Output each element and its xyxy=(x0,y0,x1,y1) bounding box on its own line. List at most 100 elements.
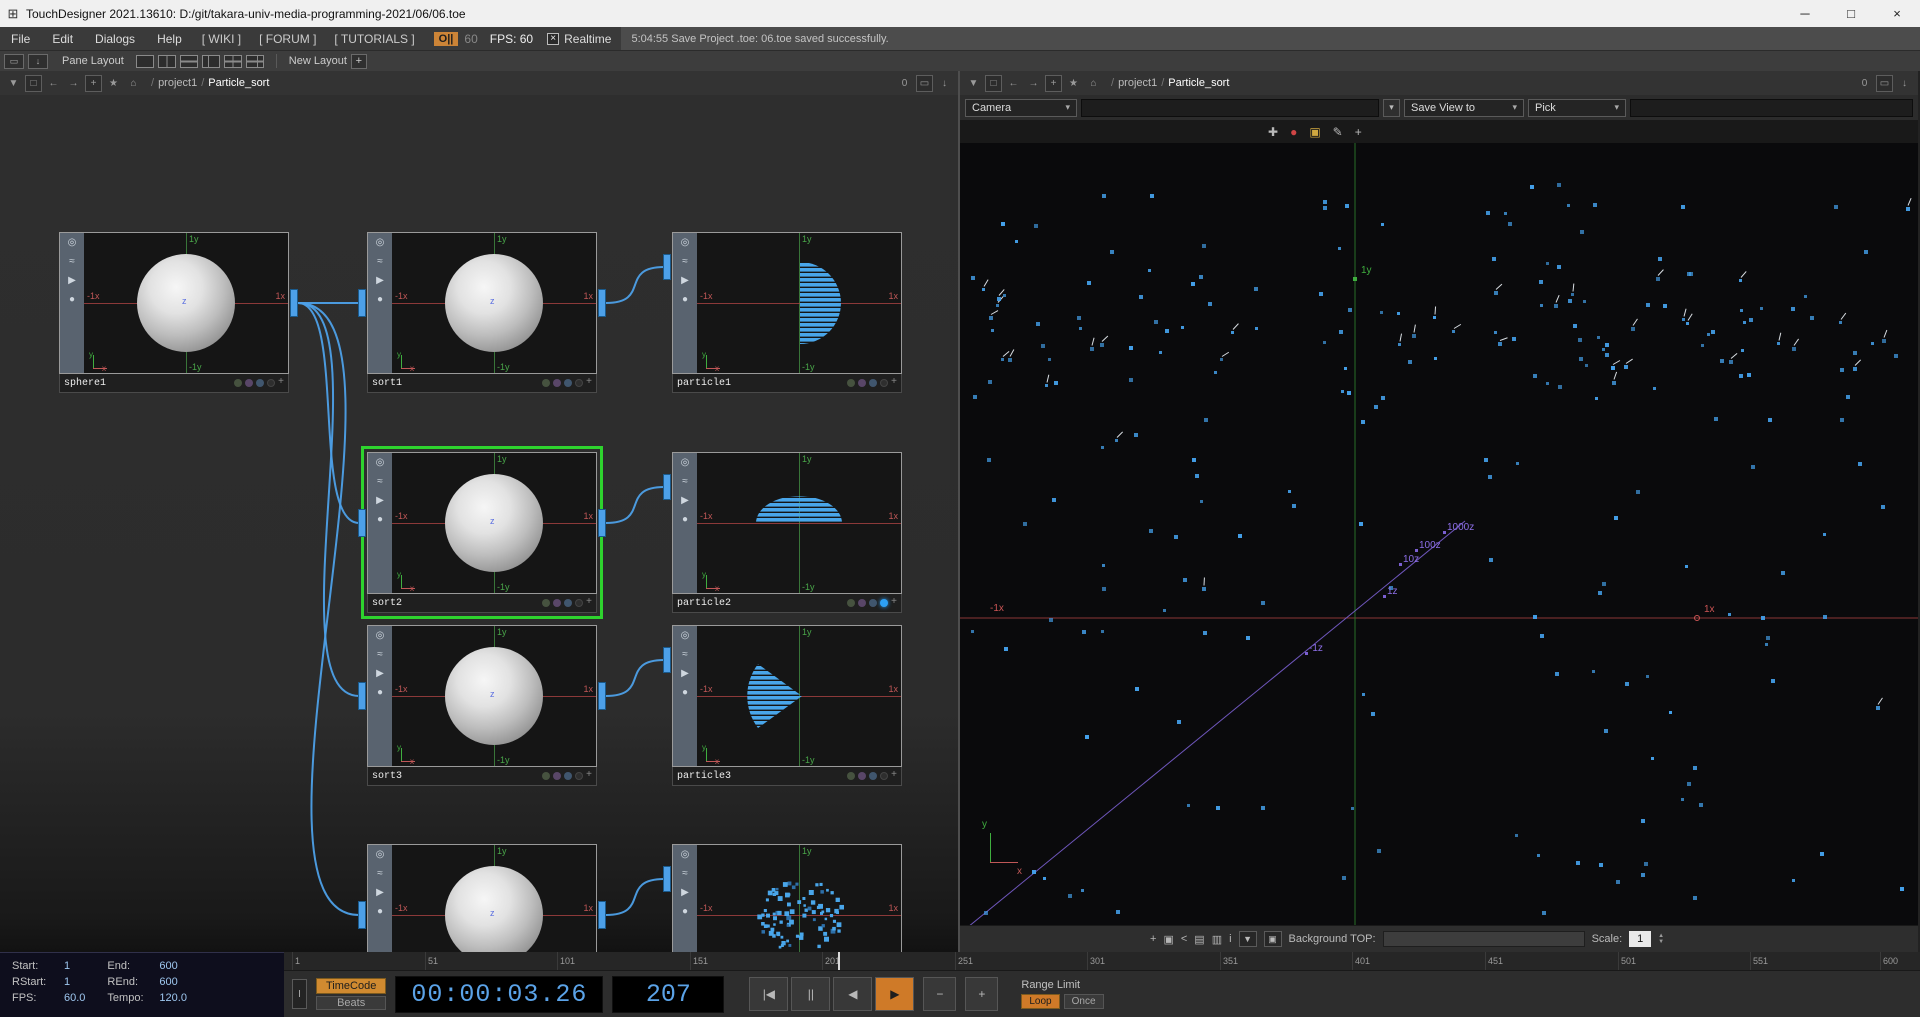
pick-target-field[interactable] xyxy=(1630,99,1913,117)
viewer-flag-icon[interactable]: ◎ xyxy=(376,631,385,641)
input-port[interactable] xyxy=(358,901,366,929)
start-value[interactable]: 1 xyxy=(64,960,70,972)
layout-preset-single[interactable] xyxy=(136,55,154,68)
lock-flag-icon[interactable]: ▶ xyxy=(681,496,689,506)
render-flag-icon[interactable]: ● xyxy=(377,907,383,917)
layout-preset-sidebar[interactable] xyxy=(202,55,220,68)
background-camera-button[interactable]: ▣ xyxy=(1264,931,1282,947)
node-name[interactable]: sort1 xyxy=(372,378,402,389)
node-flag-dot[interactable] xyxy=(564,599,572,607)
path-segment-project1[interactable]: project1 xyxy=(158,77,197,89)
display-options-dropdown[interactable]: ▼ xyxy=(1239,931,1257,947)
rend-value[interactable]: 600 xyxy=(159,976,177,988)
geometry-viewport[interactable]: 1y -1x 1x 1000z100z10z1z-1z y x xyxy=(960,143,1918,925)
scale-input[interactable]: 1 xyxy=(1629,931,1651,947)
render-flag-icon[interactable]: ● xyxy=(377,515,383,525)
node-add-icon[interactable]: + xyxy=(891,772,897,780)
node-flag-dot[interactable] xyxy=(245,379,253,387)
pane-split-icon[interactable]: □ xyxy=(25,75,42,92)
book-icon[interactable]: ▥ xyxy=(1212,933,1222,946)
skip-to-start-button[interactable]: |◀ xyxy=(749,977,788,1011)
node-particle4[interactable]: ◎≈▶●1y-1y-1x1xyxparticle4+ xyxy=(672,844,902,952)
node-thumbnail[interactable]: z1y-1y-1x1xyx xyxy=(84,233,288,373)
step-forward-button[interactable]: + xyxy=(965,977,998,1011)
node-thumbnail[interactable]: z1y-1y-1x1xyx xyxy=(392,626,596,766)
pin-view-icon[interactable]: ● xyxy=(1290,126,1297,138)
output-port[interactable] xyxy=(598,289,606,317)
node-flag-dot[interactable] xyxy=(880,599,888,607)
once-button[interactable]: Once xyxy=(1064,994,1104,1009)
render-flag-icon[interactable]: ● xyxy=(682,515,688,525)
pane-mode-icon[interactable]: ▭ xyxy=(4,54,24,69)
node-sort4[interactable]: ◎≈▶●z1y-1y-1x1xyxsort4+ xyxy=(367,844,597,952)
node-flag-dot[interactable] xyxy=(869,772,877,780)
output-port[interactable] xyxy=(598,682,606,710)
node-flag-dot[interactable] xyxy=(847,599,855,607)
save-view-select[interactable]: Save View to ▾ xyxy=(1404,99,1524,117)
node-name[interactable]: particle2 xyxy=(677,598,731,609)
node-sort2[interactable]: ◎≈▶●z1y-1y-1x1xyxsort2+ xyxy=(367,452,597,613)
path-segment-Particle_sort[interactable]: Particle_sort xyxy=(1168,77,1229,89)
bookmark-star-icon[interactable]: ★ xyxy=(105,75,122,92)
viewer-flag-icon[interactable]: ◎ xyxy=(681,850,690,860)
input-port[interactable] xyxy=(358,509,366,537)
node-flag-dot[interactable] xyxy=(575,599,583,607)
lock-flag-icon[interactable]: ▶ xyxy=(681,888,689,898)
node-add-icon[interactable]: + xyxy=(891,379,897,387)
node-flag-dot[interactable] xyxy=(267,379,275,387)
layout-preset-hsplit[interactable] xyxy=(180,55,198,68)
home-icon[interactable]: ⌂ xyxy=(125,75,142,92)
render-flag-icon[interactable]: ● xyxy=(682,295,688,305)
render-flag-icon[interactable]: ● xyxy=(69,295,75,305)
step-back-button[interactable]: − xyxy=(923,977,956,1011)
lock-flag-icon[interactable]: ▶ xyxy=(681,669,689,679)
menu-link[interactable]: [ FORUM ] xyxy=(250,32,325,46)
beats-mode-button[interactable]: Beats xyxy=(316,996,386,1010)
bypass-flag-icon[interactable]: ≈ xyxy=(377,650,383,660)
node-flag-dot[interactable] xyxy=(542,379,550,387)
lock-flag-icon[interactable]: ▶ xyxy=(68,276,76,286)
node-flag-dot[interactable] xyxy=(880,772,888,780)
render-flag-icon[interactable]: ● xyxy=(377,688,383,698)
camera-icon[interactable]: ▣ xyxy=(1163,933,1173,946)
node-flag-dot[interactable] xyxy=(256,379,264,387)
camera-path-field[interactable] xyxy=(1081,99,1379,117)
close-button[interactable]: × xyxy=(1874,0,1920,27)
input-port[interactable] xyxy=(663,647,671,673)
layout-preset-triple[interactable] xyxy=(246,55,264,68)
input-port[interactable] xyxy=(663,254,671,280)
node-thumbnail[interactable]: 1y-1y-1x1xyx xyxy=(697,233,901,373)
lock-flag-icon[interactable]: ▶ xyxy=(376,276,384,286)
bypass-flag-icon[interactable]: ≈ xyxy=(682,257,688,267)
layout-preset-quad[interactable] xyxy=(224,55,242,68)
node-thumbnail[interactable]: 1y-1y-1x1xyx xyxy=(697,845,901,952)
add-tool-icon[interactable]: + xyxy=(1355,126,1362,138)
playhead[interactable] xyxy=(838,952,840,970)
play-button[interactable]: ▶ xyxy=(875,977,914,1011)
node-flag-dot[interactable] xyxy=(858,772,866,780)
tempo-value[interactable]: 120.0 xyxy=(159,992,187,1004)
output-port[interactable] xyxy=(290,289,298,317)
node-thumbnail[interactable]: z1y-1y-1x1xyx xyxy=(392,453,596,593)
float-window-icon[interactable]: ▭ xyxy=(1876,75,1893,92)
node-flag-dot[interactable] xyxy=(553,379,561,387)
pane-type-dropdown-icon[interactable]: ▼ xyxy=(965,75,982,92)
node-particle1[interactable]: ◎≈▶●1y-1y-1x1xyxparticle1+ xyxy=(672,232,902,393)
nav-forward-icon[interactable]: → xyxy=(65,75,82,92)
timecode-mode-button[interactable]: TimeCode xyxy=(316,978,386,994)
bypass-flag-icon[interactable]: ≈ xyxy=(69,257,75,267)
render-flag-icon[interactable]: ● xyxy=(682,907,688,917)
timeline-cursor-button[interactable]: I xyxy=(292,979,307,1009)
node-flag-dot[interactable] xyxy=(869,379,877,387)
node-flag-dot[interactable] xyxy=(847,772,855,780)
pause-button[interactable]: || xyxy=(791,977,830,1011)
viewer-flag-icon[interactable]: ◎ xyxy=(376,238,385,248)
network-canvas[interactable]: ◎≈▶●z1y-1y-1x1xyxsphere1+◎≈▶●z1y-1y-1x1x… xyxy=(0,95,958,952)
menu-file[interactable]: File xyxy=(0,32,41,46)
render-flag-icon[interactable]: ● xyxy=(682,688,688,698)
bypass-flag-icon[interactable]: ≈ xyxy=(682,650,688,660)
wire-view-icon[interactable]: < xyxy=(1181,933,1187,945)
node-add-icon[interactable]: + xyxy=(278,379,284,387)
viewer-flag-icon[interactable]: ◎ xyxy=(681,631,690,641)
node-flag-dot[interactable] xyxy=(858,599,866,607)
